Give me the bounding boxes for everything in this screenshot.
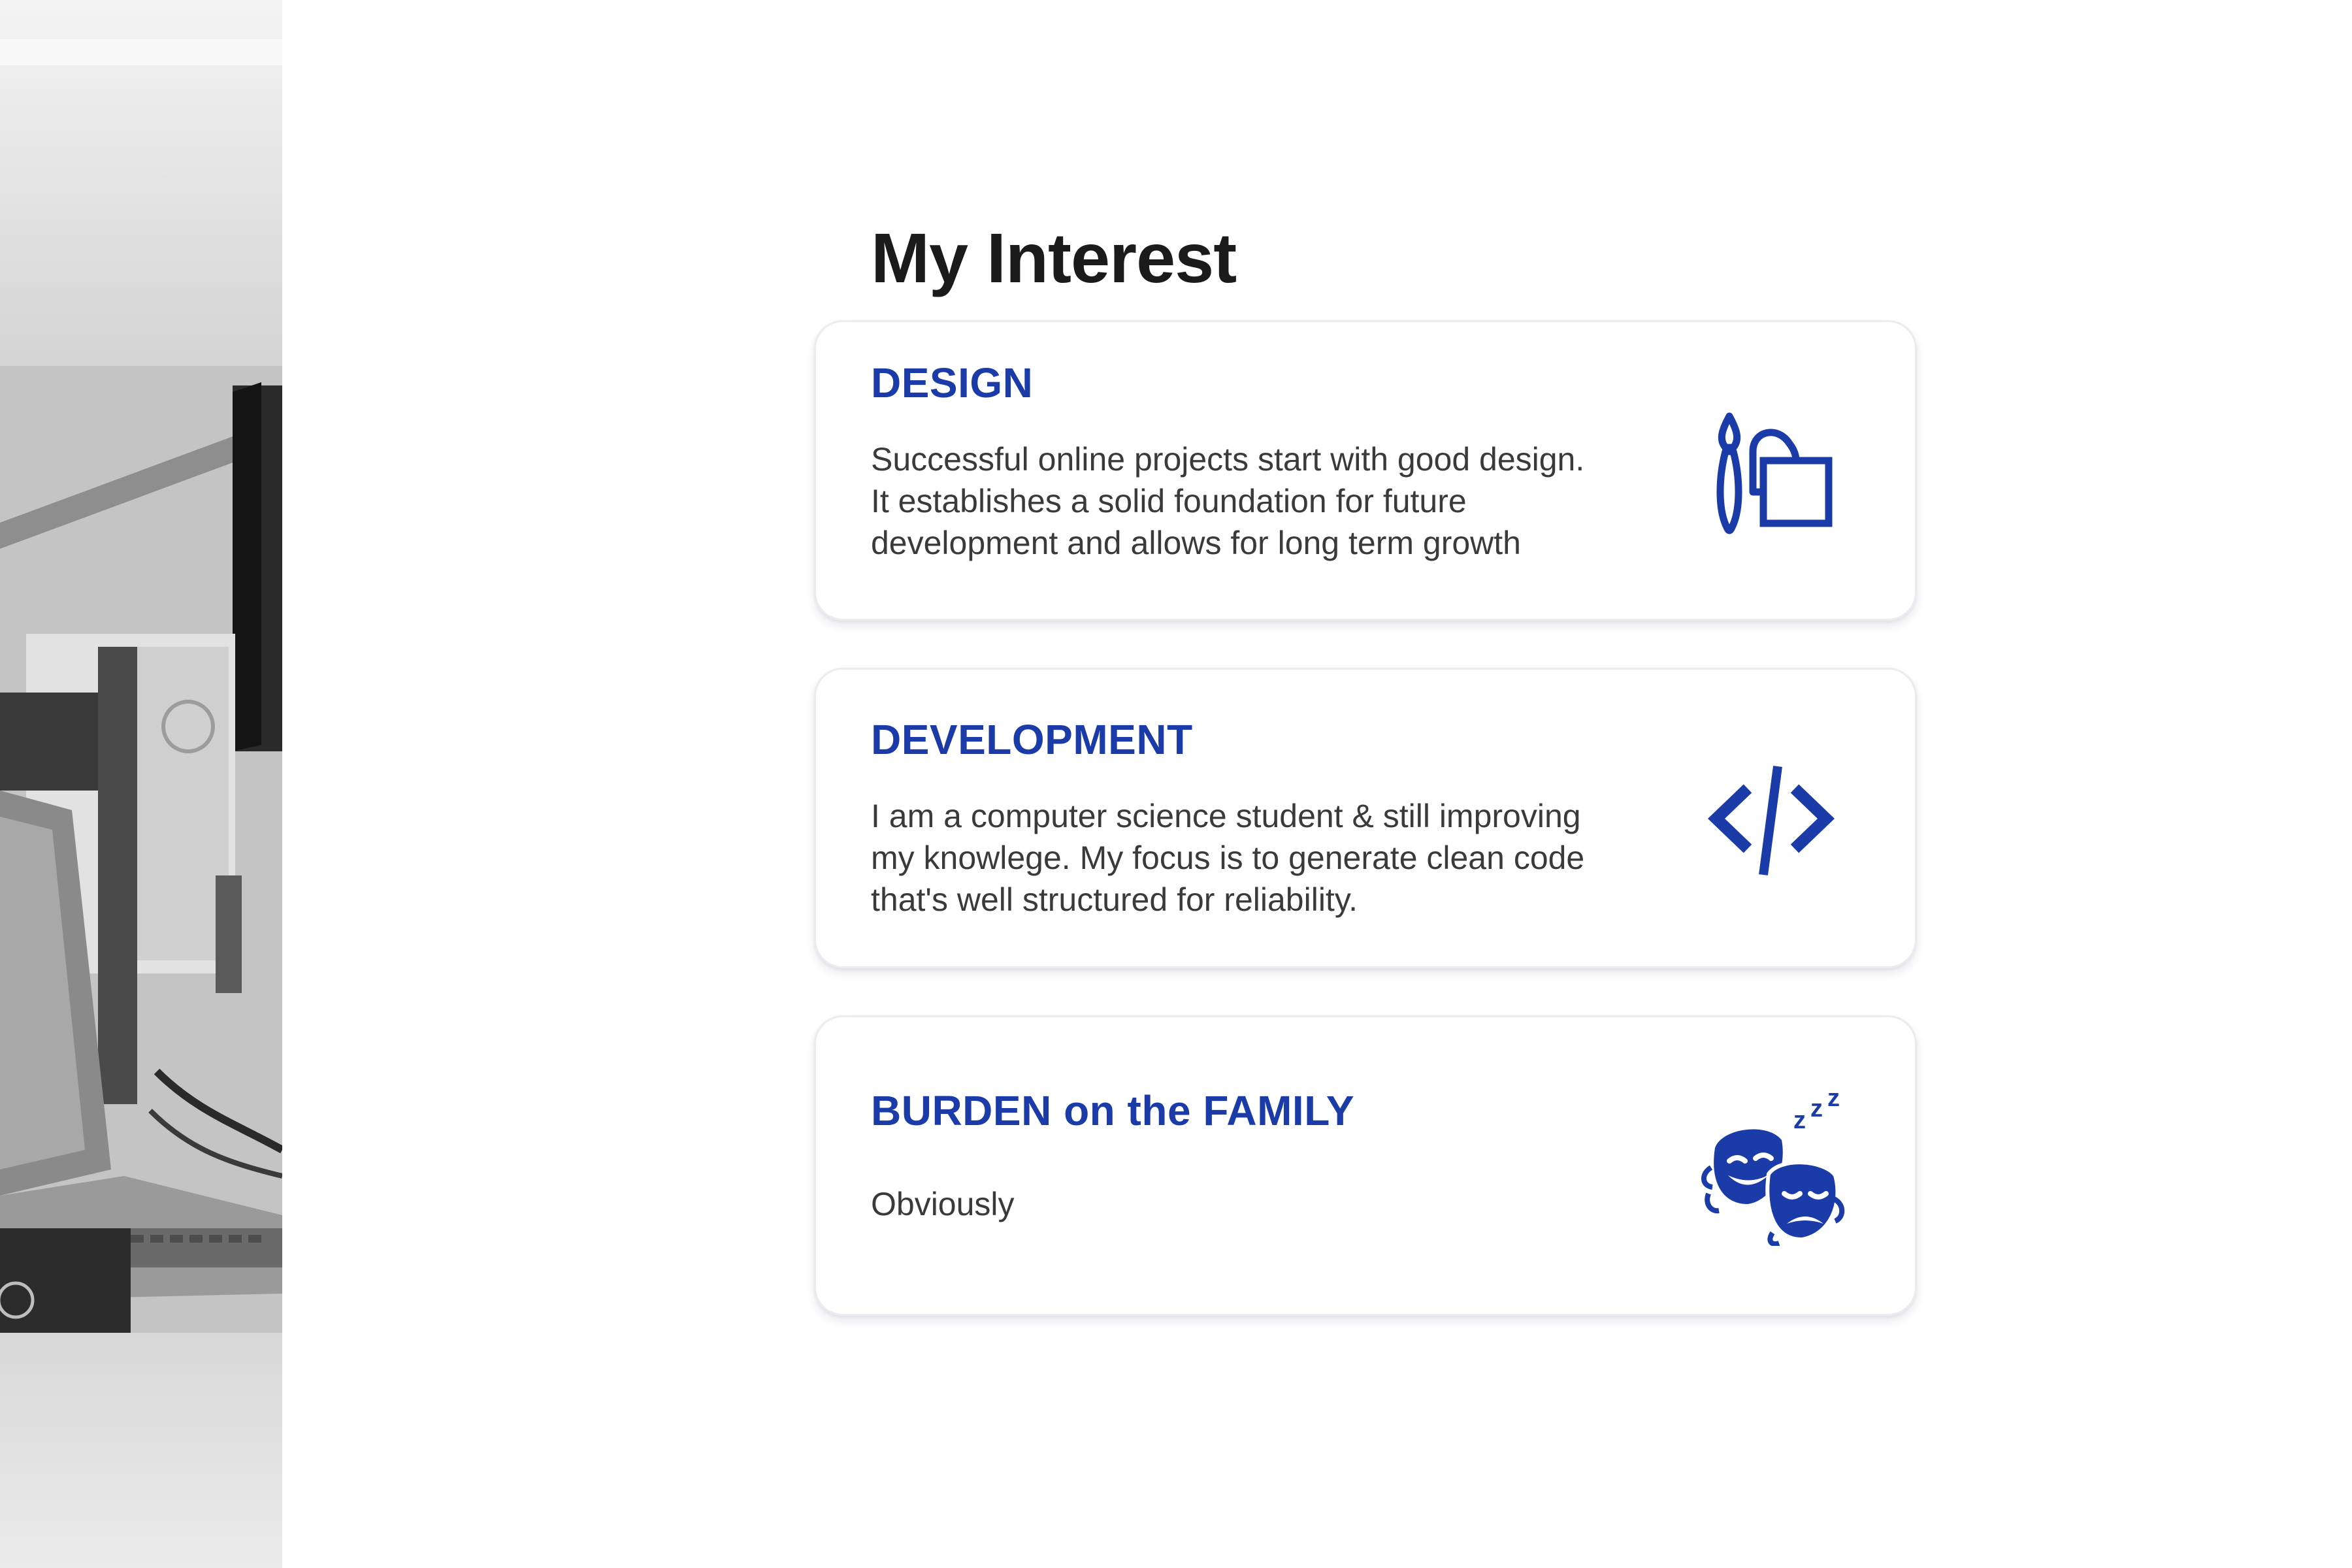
section-title: My Interest (871, 218, 1237, 297)
sleeping-theater-masks-icon: z z z (1695, 1089, 1852, 1246)
card-title: DESIGN (871, 359, 1034, 406)
card-description: I am a computer science student & still … (871, 798, 1585, 918)
page: My Interest DESIGN Successful online pro… (0, 0, 2352, 1568)
svg-text:z: z (1793, 1107, 1806, 1134)
workspace-photo (0, 0, 282, 1568)
card-description: Successful online projects start with go… (871, 441, 1585, 561)
svg-text:z: z (1810, 1095, 1823, 1122)
interest-section: My Interest DESIGN Successful online pro… (814, 216, 1918, 1316)
interest-card-design: DESIGN Successful online projects start … (814, 320, 1917, 621)
card-description: Obviously (871, 1186, 1015, 1222)
card-title: DEVELOPMENT (871, 716, 1193, 763)
svg-text:z: z (1827, 1089, 1840, 1112)
interest-card-development: DEVELOPMENT I am a computer science stud… (814, 668, 1917, 968)
paintbrush-and-square-icon (1706, 411, 1837, 542)
interest-card-burden: BURDEN on the FAMILY Obviously z z z (814, 1015, 1917, 1316)
card-title: BURDEN on the FAMILY (871, 1087, 1355, 1134)
code-brackets-icon (1706, 755, 1837, 885)
